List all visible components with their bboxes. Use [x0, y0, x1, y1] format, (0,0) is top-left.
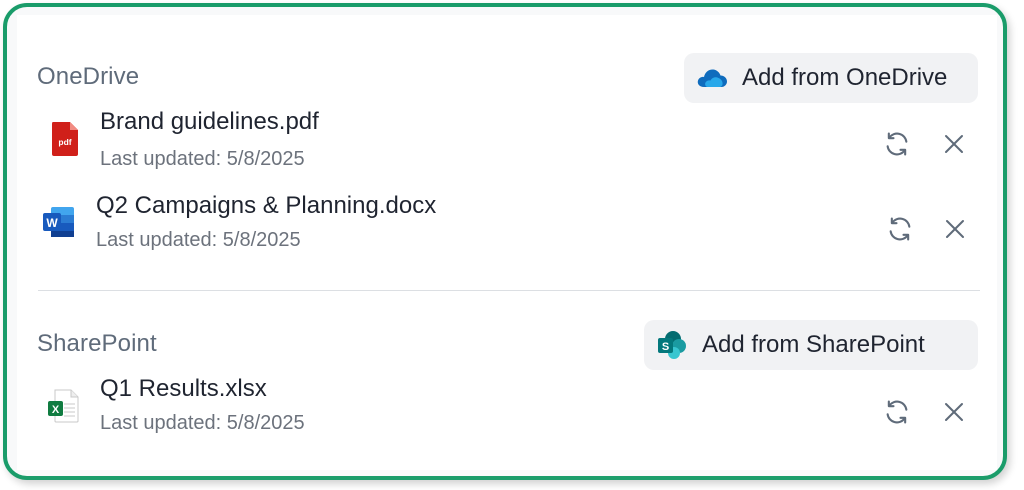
svg-text:S: S: [662, 341, 669, 353]
file-row-q1-results: X Q1 Results.xlsx Last updated: 5/8/2025: [37, 370, 977, 440]
file-row-brand-guidelines: pdf Brand guidelines.pdf Last updated: 5…: [37, 103, 977, 173]
section-divider: [38, 290, 980, 291]
file-last-updated: Last updated: 5/8/2025: [100, 148, 305, 170]
file-name[interactable]: Q2 Campaigns & Planning.docx: [96, 192, 436, 220]
svg-text:pdf: pdf: [58, 137, 71, 147]
svg-text:X: X: [52, 404, 60, 416]
close-icon[interactable]: [937, 127, 971, 161]
attachments-card: OneDrive Add from OneDrive pdf Brand gui…: [3, 3, 1007, 480]
refresh-icon[interactable]: [880, 127, 914, 161]
file-row-q2-campaigns: W Q2 Campaigns & Planning.docx Last upda…: [37, 187, 977, 257]
file-last-updated: Last updated: 5/8/2025: [100, 412, 305, 434]
close-icon[interactable]: [938, 212, 972, 246]
sharepoint-section-title: SharePoint: [37, 330, 157, 357]
add-from-sharepoint-label: Add from SharePoint: [702, 331, 925, 358]
svg-text:W: W: [46, 216, 58, 230]
pdf-file-icon: pdf: [47, 121, 83, 157]
sharepoint-icon: S: [656, 329, 688, 361]
word-file-icon: W: [41, 204, 77, 240]
refresh-icon[interactable]: [883, 212, 917, 246]
file-last-updated: Last updated: 5/8/2025: [96, 229, 301, 251]
add-from-sharepoint-button[interactable]: S Add from SharePoint: [644, 320, 978, 370]
refresh-icon[interactable]: [880, 395, 914, 429]
file-name[interactable]: Q1 Results.xlsx: [100, 375, 267, 403]
file-name[interactable]: Brand guidelines.pdf: [100, 108, 319, 136]
add-from-onedrive-button[interactable]: Add from OneDrive: [684, 53, 978, 103]
onedrive-cloud-icon: [696, 62, 728, 94]
add-from-onedrive-label: Add from OneDrive: [742, 64, 948, 91]
attachments-panel: OneDrive Add from OneDrive pdf Brand gui…: [17, 15, 997, 470]
onedrive-section-title: OneDrive: [37, 63, 140, 90]
close-icon[interactable]: [937, 395, 971, 429]
excel-file-icon: X: [45, 388, 81, 424]
